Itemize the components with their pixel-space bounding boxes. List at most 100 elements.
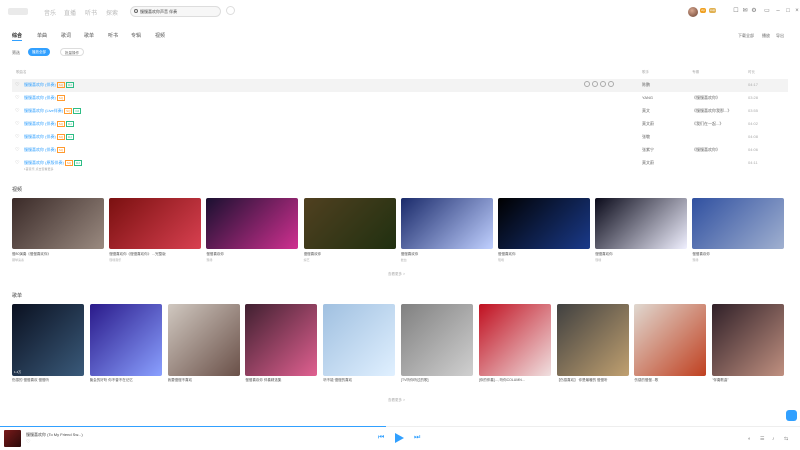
video-caption[interactable]: 慢慢喜欢你 xyxy=(692,252,784,257)
settings-icon[interactable]: ⚙ xyxy=(751,8,757,14)
play-link[interactable]: 播放 xyxy=(762,33,770,39)
tab-playlists[interactable]: 歌单 xyxy=(84,32,94,39)
video-caption[interactable]: 慢慢喜欢你 xyxy=(401,252,493,257)
video-caption[interactable]: 慢慢喜欢你 xyxy=(498,252,590,257)
song-title[interactable]: 慢慢喜欢你 (伴奏) SQ xyxy=(24,147,66,153)
batch-button[interactable]: 批量操作 xyxy=(60,48,84,56)
song-title[interactable]: 慢慢喜欢你 (伴奏) SQ DJ xyxy=(24,121,74,127)
video-caption[interactable]: 慢80演奏《慢慢喜欢你》 xyxy=(12,252,104,257)
heart-icon[interactable]: ♡ xyxy=(15,160,19,166)
play-progress[interactable] xyxy=(0,426,386,427)
playlist-caption[interactable]: 我要慢慢不喜欢 xyxy=(168,378,240,388)
playlist-caption[interactable]: "伴奏歌曲" xyxy=(712,378,784,388)
heart-icon[interactable]: ♡ xyxy=(15,121,19,127)
heart-icon[interactable]: ♡ xyxy=(15,82,19,88)
video-thumbnail[interactable] xyxy=(400,198,493,249)
song-row[interactable]: ♡ 慢慢喜欢你 (伴奏) SQ YANG 《慢慢喜欢你》 03:28 xyxy=(12,92,788,105)
playlist-caption[interactable]: 伤感的 慢慢喜欢 慢慢听 xyxy=(12,378,84,388)
close-icon[interactable]: × xyxy=(794,8,800,14)
video-thumbnail[interactable] xyxy=(206,198,299,249)
song-row[interactable]: ♡ 慢慢喜欢你 (原版伴奏) SQ DJ 1首音乐 点击查看更多 莫文蔚 04:11 xyxy=(12,157,788,171)
playlist-caption[interactable]: 听不能 慢慢的喜欢 xyxy=(323,378,395,388)
heart-icon[interactable]: ♡ xyxy=(15,108,19,114)
playlist-caption[interactable]: [TV听你听过的歌] xyxy=(401,378,473,388)
heart-icon[interactable]: ♡ xyxy=(15,95,19,101)
video-thumbnail[interactable] xyxy=(692,198,785,249)
playlist-cover[interactable] xyxy=(556,304,629,376)
song-singer[interactable]: 莫文 xyxy=(642,108,650,114)
nav-music[interactable]: 音乐 xyxy=(44,8,56,17)
video-thumbnail[interactable] xyxy=(303,198,396,249)
playlist-caption[interactable]: [你的伴奏]..., 听你COLUMN... xyxy=(479,378,551,388)
song-row[interactable]: ♡ 慢慢喜欢你 (伴奏) SQ 张紫宁 《慢慢喜欢你》 04:06 xyxy=(12,144,788,157)
playlist-cover[interactable]: 1.4万 xyxy=(12,304,84,376)
song-singer[interactable]: YANG xyxy=(642,95,653,100)
song-title[interactable]: 慢慢喜欢你 (伴奏) SQ xyxy=(24,95,66,101)
play-icon[interactable] xyxy=(584,81,590,87)
video-caption[interactable]: 慢慢喜欢你《慢慢喜欢你》 ...完整版 xyxy=(109,252,201,257)
playlist-cover[interactable] xyxy=(401,304,473,376)
song-singer[interactable]: 陈鹏 xyxy=(642,82,650,88)
tab-audiobooks[interactable]: 听书 xyxy=(108,32,118,39)
minimize-icon[interactable]: – xyxy=(775,8,781,14)
prev-icon[interactable]: ⏮ xyxy=(378,434,384,442)
playlist-cover[interactable] xyxy=(245,304,318,376)
video-thumbnail[interactable] xyxy=(595,198,688,249)
playlist-cover[interactable] xyxy=(634,304,707,376)
next-icon[interactable]: ⏭ xyxy=(414,434,420,442)
song-title[interactable]: 慢慢喜欢你 (伴奏) SQ DJ xyxy=(24,82,74,88)
song-album[interactable]: 《慢慢喜欢你我那...》 xyxy=(692,108,731,114)
video-caption[interactable]: 慢慢喜欢你 xyxy=(206,252,298,257)
video-thumbnail[interactable] xyxy=(498,198,590,249)
tab-songs[interactable]: 单曲 xyxy=(37,32,47,39)
playlist-cover[interactable] xyxy=(167,304,240,376)
playlist-caption[interactable]: 伤感的慢慢...歌 xyxy=(634,378,706,388)
add-icon[interactable] xyxy=(592,81,598,87)
song-title[interactable]: 慢慢喜欢你 (伴奏) SQ DJ xyxy=(24,134,74,140)
song-album[interactable]: 《慢慢喜欢你》 xyxy=(692,95,720,101)
maximize-icon[interactable]: □ xyxy=(785,8,791,14)
song-title[interactable]: 慢慢喜欢你 (原版伴奏) SQ DJ xyxy=(24,160,82,166)
nav-explore[interactable]: 探索 xyxy=(106,8,118,17)
export-link[interactable]: 导出 xyxy=(776,33,784,39)
now-playing-title[interactable]: 慢慢喜欢你 (To My Friend Sw...) xyxy=(26,432,83,438)
heart-icon[interactable]: ♡ xyxy=(15,134,19,140)
mail-icon[interactable]: ✉ xyxy=(742,8,748,14)
avatar[interactable] xyxy=(688,7,698,17)
playlist-cover[interactable] xyxy=(478,304,551,376)
heart-icon[interactable]: ♡ xyxy=(15,147,19,153)
song-album[interactable]: 《慢慢喜欢你》 xyxy=(692,147,720,153)
refresh-icon[interactable] xyxy=(226,6,235,15)
nav-audiobook[interactable]: 听书 xyxy=(85,8,97,17)
tab-lyrics[interactable]: 歌词 xyxy=(61,32,71,39)
more-icon[interactable] xyxy=(608,81,614,87)
mini-mode-icon[interactable]: ▭ xyxy=(764,8,770,14)
volume-icon[interactable]: ◐ xyxy=(748,436,751,442)
song-singer[interactable]: 张敬 xyxy=(642,134,650,140)
play-icon[interactable] xyxy=(395,433,404,443)
playlist-queue-icon[interactable]: ☰ xyxy=(760,436,764,442)
playlist-cover[interactable] xyxy=(323,304,396,376)
playlists-more-link[interactable]: 查看更多 > xyxy=(388,398,405,403)
playlist-caption[interactable]: 慢慢喜欢你 伴奏精选集 xyxy=(245,378,317,388)
play-all-button[interactable]: 播放全部 xyxy=(28,48,50,56)
song-note[interactable]: 1首音乐 点击查看更多 xyxy=(24,167,54,171)
song-singer[interactable]: 莫文蔚 xyxy=(642,160,654,166)
feedback-icon[interactable] xyxy=(786,410,797,421)
videos-more-link[interactable]: 查看更多 > xyxy=(388,272,405,277)
song-title[interactable]: 慢慢喜欢你 (Live伴奏) SQ DJ xyxy=(24,108,82,114)
video-thumbnail[interactable] xyxy=(12,198,104,249)
playlist-cover[interactable] xyxy=(712,304,785,376)
song-row[interactable]: ♡ 慢慢喜欢你 (Live伴奏) SQ DJ 莫文 《慢慢喜欢你我那...》 03:55 xyxy=(12,105,788,118)
playlist-cover[interactable] xyxy=(89,304,162,376)
search-input[interactable]: 慢慢喜欢你声音 伴奏 xyxy=(130,6,221,17)
playlist-caption[interactable]: 【伤感喜欢】 你是最暖的 慢慢听 xyxy=(557,378,629,388)
song-row[interactable]: ♡ 慢慢喜欢你 (伴奏) SQ DJ 莫文蔚 《我们在一起...》 04:02 xyxy=(12,118,788,131)
playlist-caption[interactable]: 聚会的好听 你不曾不在记忆 xyxy=(90,378,162,388)
song-singer[interactable]: 莫文蔚 xyxy=(642,121,654,127)
tab-all[interactable]: 综合 xyxy=(12,32,22,39)
now-playing-cover[interactable] xyxy=(4,430,21,447)
video-thumbnail[interactable] xyxy=(109,198,202,249)
lyrics-icon[interactable]: ♪ xyxy=(772,436,775,442)
tab-videos[interactable]: 视频 xyxy=(155,32,165,39)
